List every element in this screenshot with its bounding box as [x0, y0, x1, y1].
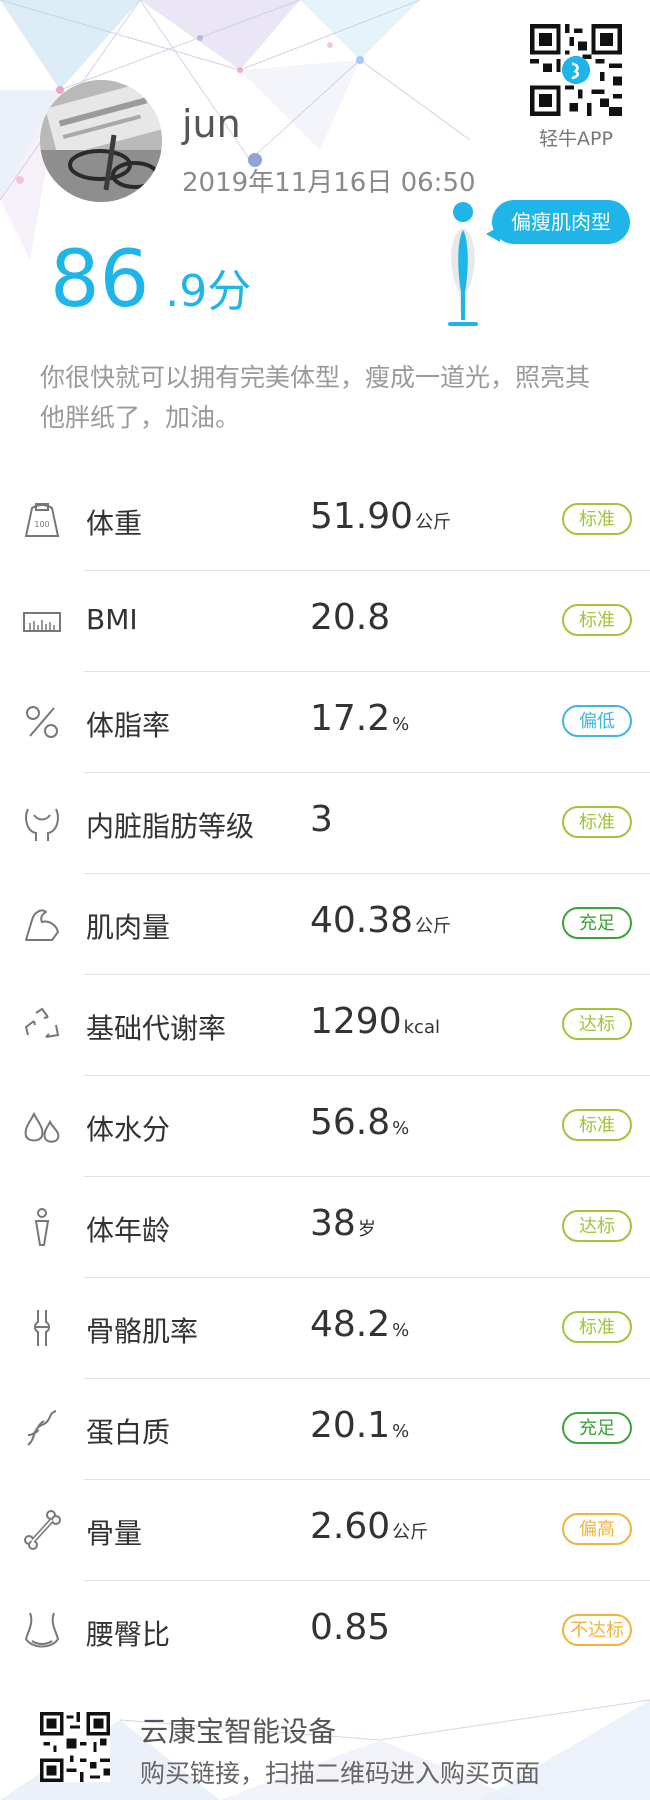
metric-value: 3: [310, 799, 333, 840]
metrics-list: 100 体重 51.90 公斤 标准 BMI 20.8 标准 体脂率 17.2 …: [0, 470, 650, 1682]
metric-value: 48.2%: [310, 1304, 410, 1345]
status-badge: 不达标: [562, 1614, 632, 1646]
metric-value: 20.1%: [310, 1405, 410, 1446]
metric-value: 2.60 公斤: [310, 1506, 429, 1547]
status-badge: 偏高: [562, 1513, 632, 1545]
body-figure-icon: [448, 202, 478, 326]
status-badge: 达标: [562, 1210, 632, 1242]
metric-row-muscle[interactable]: 肌肉量 40.38 公斤 充足: [0, 874, 650, 975]
summary-text: 你很快就可以拥有完美体型，瘦成一道光，照亮其他胖纸了，加油。: [40, 363, 591, 432]
metric-value: 0.85: [310, 1607, 391, 1648]
svg-text:100: 100: [34, 520, 49, 529]
metric-row-body-fat[interactable]: 体脂率 17.2% 偏低: [0, 672, 650, 773]
water-drops-icon: [24, 1111, 60, 1143]
status-badge: 偏低: [562, 705, 632, 737]
bone-icon: [24, 1510, 61, 1550]
waist-icon: [24, 1612, 60, 1648]
status-badge: 标准: [562, 503, 632, 535]
metric-name: 体脂率: [86, 709, 171, 742]
metric-row-waist-hip[interactable]: 腰臀比 0.85 不达标: [0, 1581, 650, 1682]
status-badge: 标准: [562, 1311, 632, 1343]
metric-value: 56.8%: [310, 1102, 410, 1143]
measurement-datetime: 2019年11月16日 06:50: [182, 168, 476, 198]
person-icon: [34, 1208, 50, 1246]
username: jun: [182, 102, 241, 146]
metric-name: 骨骼肌率: [86, 1315, 199, 1348]
metric-name: 肌肉量: [86, 911, 171, 944]
metric-name: 体水分: [86, 1113, 171, 1146]
metric-name: 骨量: [86, 1517, 143, 1550]
metric-row-bone-mass[interactable]: 骨量 2.60 公斤 偏高: [0, 1480, 650, 1581]
metric-value: 17.2%: [310, 698, 410, 739]
metric-value: 38 岁: [310, 1203, 376, 1244]
status-badge: 充足: [562, 1412, 632, 1444]
avatar[interactable]: [40, 80, 162, 202]
metric-name: 内脏脂肪等级: [86, 810, 255, 843]
metric-row-visceral-fat[interactable]: 内脏脂肪等级 3 标准: [0, 773, 650, 874]
status-badge: 达标: [562, 1008, 632, 1040]
footer-title: 云康宝智能设备: [140, 1715, 337, 1748]
scale-icon: 100: [24, 503, 60, 537]
metric-name: 体年龄: [86, 1214, 171, 1247]
metric-name: 腰臀比: [86, 1618, 171, 1651]
muscle-arm-icon: [25, 909, 59, 941]
body-score: 86 .9分: [50, 235, 251, 325]
metric-row-skeletal-muscle[interactable]: 骨骼肌率 48.2% 标准: [0, 1278, 650, 1379]
dna-icon: [27, 1410, 57, 1446]
app-qr-code-icon[interactable]: [530, 24, 622, 116]
metric-row-protein[interactable]: 蛋白质 20.1% 充足: [0, 1379, 650, 1480]
score-unit: 分: [207, 266, 252, 317]
metric-value: 1290 kcal: [310, 1001, 440, 1042]
metric-row-bmi[interactable]: BMI 20.8 标准: [0, 571, 650, 672]
percent-icon: [26, 706, 58, 738]
metric-name: 体重: [86, 507, 143, 540]
score-decimal: .9: [165, 266, 208, 317]
status-badge: 标准: [562, 806, 632, 838]
metric-name: BMI: [86, 603, 138, 636]
metric-row-bmr[interactable]: 基础代谢率 1290 kcal 达标: [0, 975, 650, 1076]
metric-value: 20.8: [310, 597, 391, 638]
organ-icon: [25, 808, 59, 841]
metric-name: 蛋白质: [86, 1416, 171, 1449]
footer-subtitle: 购买链接，扫描二维码进入购买页面: [140, 1759, 541, 1788]
purchase-qr-code-icon[interactable]: [40, 1712, 110, 1782]
status-badge: 标准: [562, 604, 632, 636]
metric-name: 基础代谢率: [86, 1012, 227, 1045]
status-badge: 充足: [562, 907, 632, 939]
app-qr-caption: 轻牛APP: [539, 128, 613, 150]
metric-value: 40.38 公斤: [310, 900, 452, 941]
bone-joint-icon: [34, 1310, 50, 1346]
metric-row-weight[interactable]: 100 体重 51.90 公斤 标准: [0, 470, 650, 571]
avatar-photo: [40, 80, 162, 202]
bmi-chart-icon: [23, 612, 61, 632]
recycle-icon: [24, 1007, 60, 1038]
body-type-badge: 偏瘦肌肉型: [492, 200, 630, 244]
metric-row-body-water[interactable]: 体水分 56.8% 标准: [0, 1076, 650, 1177]
status-badge: 标准: [562, 1109, 632, 1141]
metric-row-body-age[interactable]: 体年龄 38 岁 达标: [0, 1177, 650, 1278]
metric-value: 51.90 公斤: [310, 496, 452, 537]
score-integer: 86: [50, 235, 150, 325]
